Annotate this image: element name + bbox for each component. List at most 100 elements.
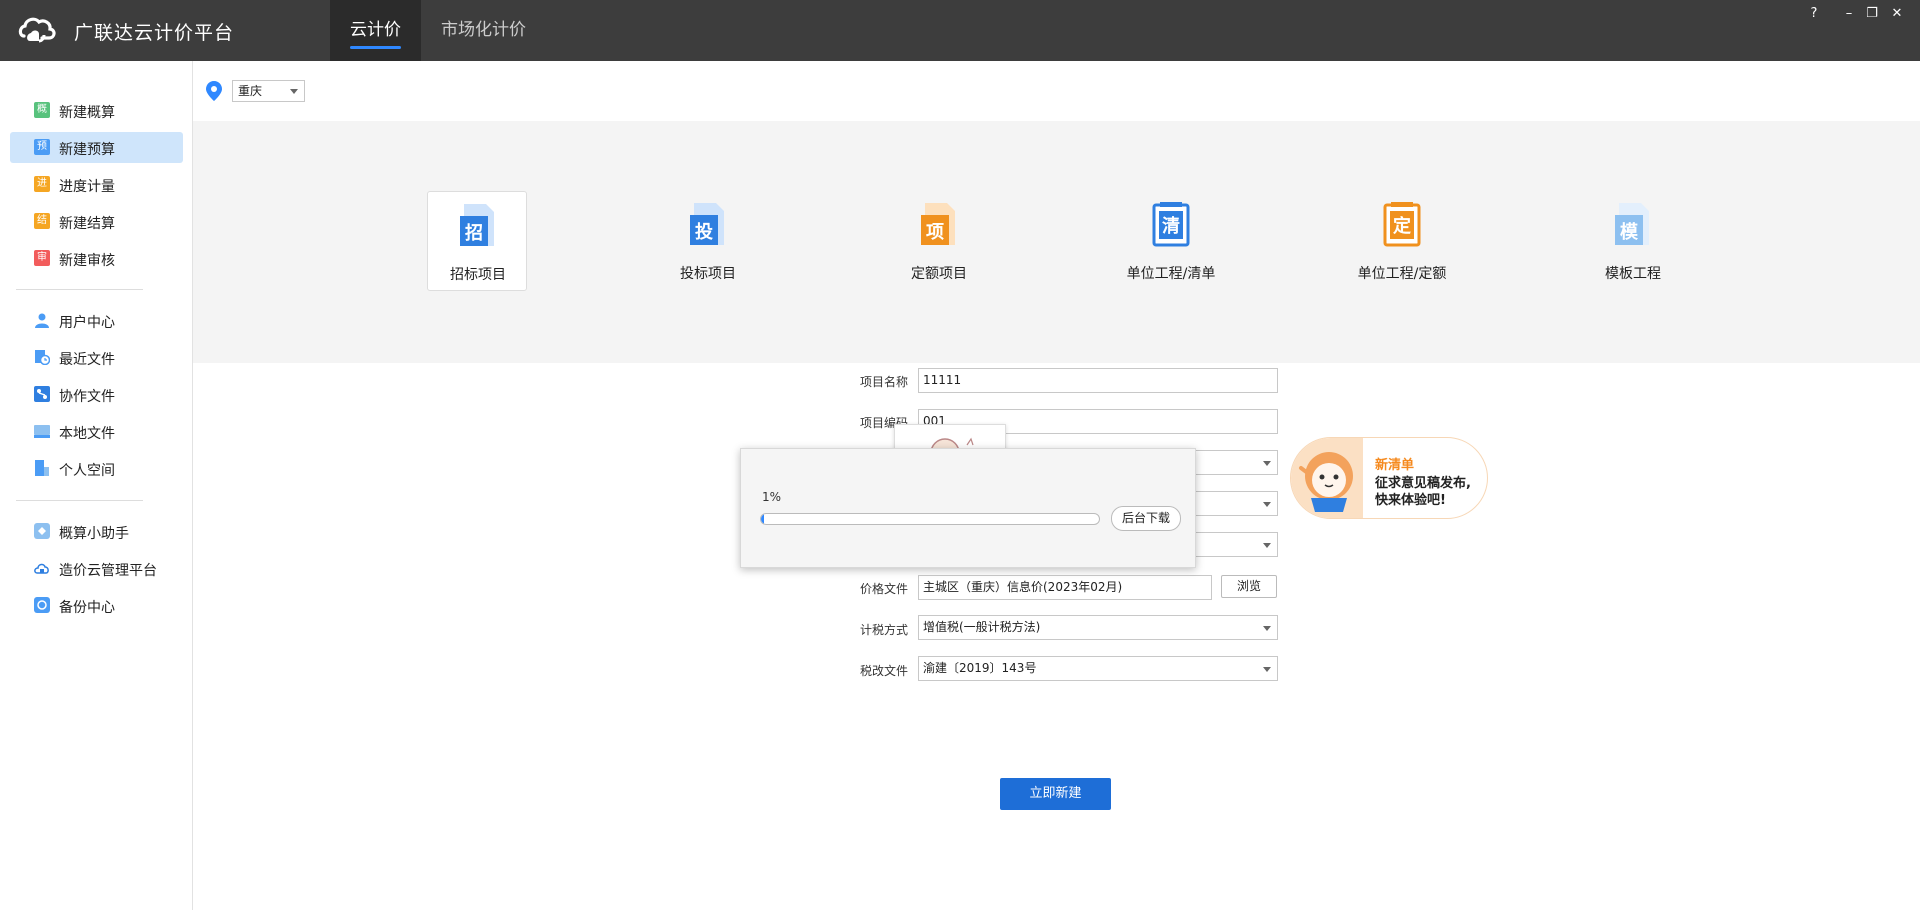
svg-text:模: 模 [1620,221,1639,243]
sidebar-item-local-files[interactable]: 本地文件 [10,416,183,447]
project-type-label: 单位工程/清单 [1126,266,1216,282]
minimize-icon[interactable]: – [1838,4,1860,24]
sidebar-item-progress-measure[interactable]: 进 进度计量 [10,169,183,200]
budget-icon: 预 [34,139,50,155]
quota-doc-icon: 项 [919,201,959,247]
sidebar-item-new-audit[interactable]: 审 新建审核 [10,243,183,274]
project-type-label: 定额项目 [911,266,967,282]
template-doc-icon: 模 [1613,201,1653,247]
restore-icon[interactable]: ❐ [1861,4,1883,24]
sidebar-divider [16,500,143,501]
sidebar-item-label: 造价云管理平台 [59,563,157,579]
project-name-label: 项目名称 [860,375,909,389]
close-icon[interactable]: ✕ [1886,4,1908,24]
svg-text:清: 清 [1162,216,1180,237]
sidebar-item-label: 新建概算 [59,105,115,121]
sidebar-item-label: 个人空间 [59,463,115,479]
sidebar-item-label: 用户中心 [59,315,115,331]
active-tab-indicator [350,46,401,49]
region-select[interactable]: 重庆 [232,80,305,102]
tab-label: 市场化计价 [441,20,526,40]
chevron-down-icon [1263,543,1271,548]
backup-icon [34,597,50,613]
progress-icon: 进 [34,176,50,192]
new-bill-promo-banner[interactable]: 新清单 征求意见稿发布, 快来体验吧! [1290,437,1488,519]
location-pin-icon [205,80,223,102]
assistant-icon [34,523,50,539]
settlement-icon: 结 [34,213,50,229]
project-type-unit-bill[interactable]: 清 单位工程/清单 [1121,191,1221,291]
sidebar-item-backup-center[interactable]: 备份中心 [10,590,183,621]
sidebar-item-recent-files[interactable]: 最近文件 [10,342,183,373]
sidebar-item-cost-cloud-platform[interactable]: 造价云管理平台 [10,553,183,584]
project-type-label: 单位工程/定额 [1357,266,1447,282]
tab-market-pricing[interactable]: 市场化计价 [421,0,546,61]
project-type-template[interactable]: 模 模板工程 [1583,191,1683,291]
sidebar-item-personal-space[interactable]: 个人空间 [10,453,183,484]
unit-quota-doc-icon: 定 [1382,201,1422,247]
tax-doc-select[interactable]: 渝建〔2019〕143号 [918,656,1278,681]
sidebar-item-label: 概算小助手 [59,526,129,542]
tax-method-label: 计税方式 [860,623,909,637]
create-now-button[interactable]: 立即新建 [1000,778,1111,810]
browse-button[interactable]: 浏览 [1221,575,1277,598]
sidebar-divider [16,289,143,290]
sidebar-item-estimate-assistant[interactable]: 概算小助手 [10,516,183,547]
chevron-down-icon [1263,461,1271,466]
sidebar-item-new-estimate[interactable]: 概 新建概算 [10,95,183,126]
svg-text:定: 定 [1393,215,1411,237]
sidebar-item-user-center[interactable]: 用户中心 [10,305,183,336]
promo-title: 新清单 [1375,458,1415,473]
promo-line-2: 快来体验吧! [1375,493,1446,508]
sidebar-item-label: 最近文件 [59,352,115,368]
chevron-down-icon [1263,502,1271,507]
tax-doc-label: 税改文件 [860,664,909,678]
sidebar-item-label: 协作文件 [59,389,115,405]
price-file-input[interactable]: 主城区（重庆）信息价(2023年02月) [918,575,1212,600]
sidebar-item-new-settlement[interactable]: 结 新建结算 [10,206,183,237]
svg-text:项: 项 [926,222,944,243]
sidebar-item-label: 进度计量 [59,179,115,195]
progress-bar [760,513,1100,525]
project-name-input[interactable]: 11111 [918,368,1278,393]
project-type-label: 投标项目 [680,266,736,282]
sidebar-item-label: 新建审核 [59,253,115,269]
sidebar-item-label: 备份中心 [59,600,115,616]
project-type-label: 招标项目 [450,267,506,283]
project-type-unit-quota[interactable]: 定 单位工程/定额 [1352,191,1452,291]
personal-space-icon [34,460,50,476]
progress-percent: 1% [762,490,782,504]
background-download-button[interactable]: 后台下载 [1111,506,1181,531]
chevron-down-icon [1263,667,1271,672]
unit-bill-doc-icon: 清 [1151,201,1191,247]
sidebar-item-label: 新建预算 [59,142,115,158]
tender-doc-icon: 招 [458,202,498,248]
project-type-bid[interactable]: 投 投标项目 [658,191,758,291]
user-icon [34,312,50,328]
tax-doc-value: 渝建〔2019〕143号 [923,661,1037,675]
project-type-panel: 招 招标项目 投 投标项目 项 定额项目 清 单位工程/清单 定 单位工程/定额… [193,121,1920,363]
app-logo [18,14,58,46]
sidebar: 概 新建概算 预 新建预算 进 进度计量 结 新建结算 审 新建审核 用户中心 … [0,61,193,910]
help-icon[interactable]: ? [1803,4,1825,24]
sidebar-item-collab-files[interactable]: 协作文件 [10,379,183,410]
project-type-tender[interactable]: 招 招标项目 [427,191,527,291]
sidebar-item-label: 本地文件 [59,426,115,442]
project-type-quota[interactable]: 项 定额项目 [889,191,989,291]
download-progress-dialog: 1% 后台下载 [740,448,1196,568]
sidebar-item-new-budget[interactable]: 预 新建预算 [10,132,183,163]
tax-method-select[interactable]: 增值税(一般计税方法) [918,615,1278,640]
audit-icon: 审 [34,250,50,266]
chevron-down-icon [1263,626,1271,631]
svg-text:投: 投 [695,221,713,243]
tax-method-value: 增值税(一般计税方法) [923,620,1041,634]
chevron-down-icon [290,89,298,94]
collaboration-icon [34,386,50,402]
tab-cloud-pricing[interactable]: 云计价 [330,0,421,61]
recent-file-icon [34,349,51,366]
region-value: 重庆 [238,84,263,98]
tab-label: 云计价 [350,20,401,40]
cloud-platform-icon [34,560,50,576]
bid-doc-icon: 投 [688,201,728,247]
estimate-icon: 概 [34,102,50,118]
